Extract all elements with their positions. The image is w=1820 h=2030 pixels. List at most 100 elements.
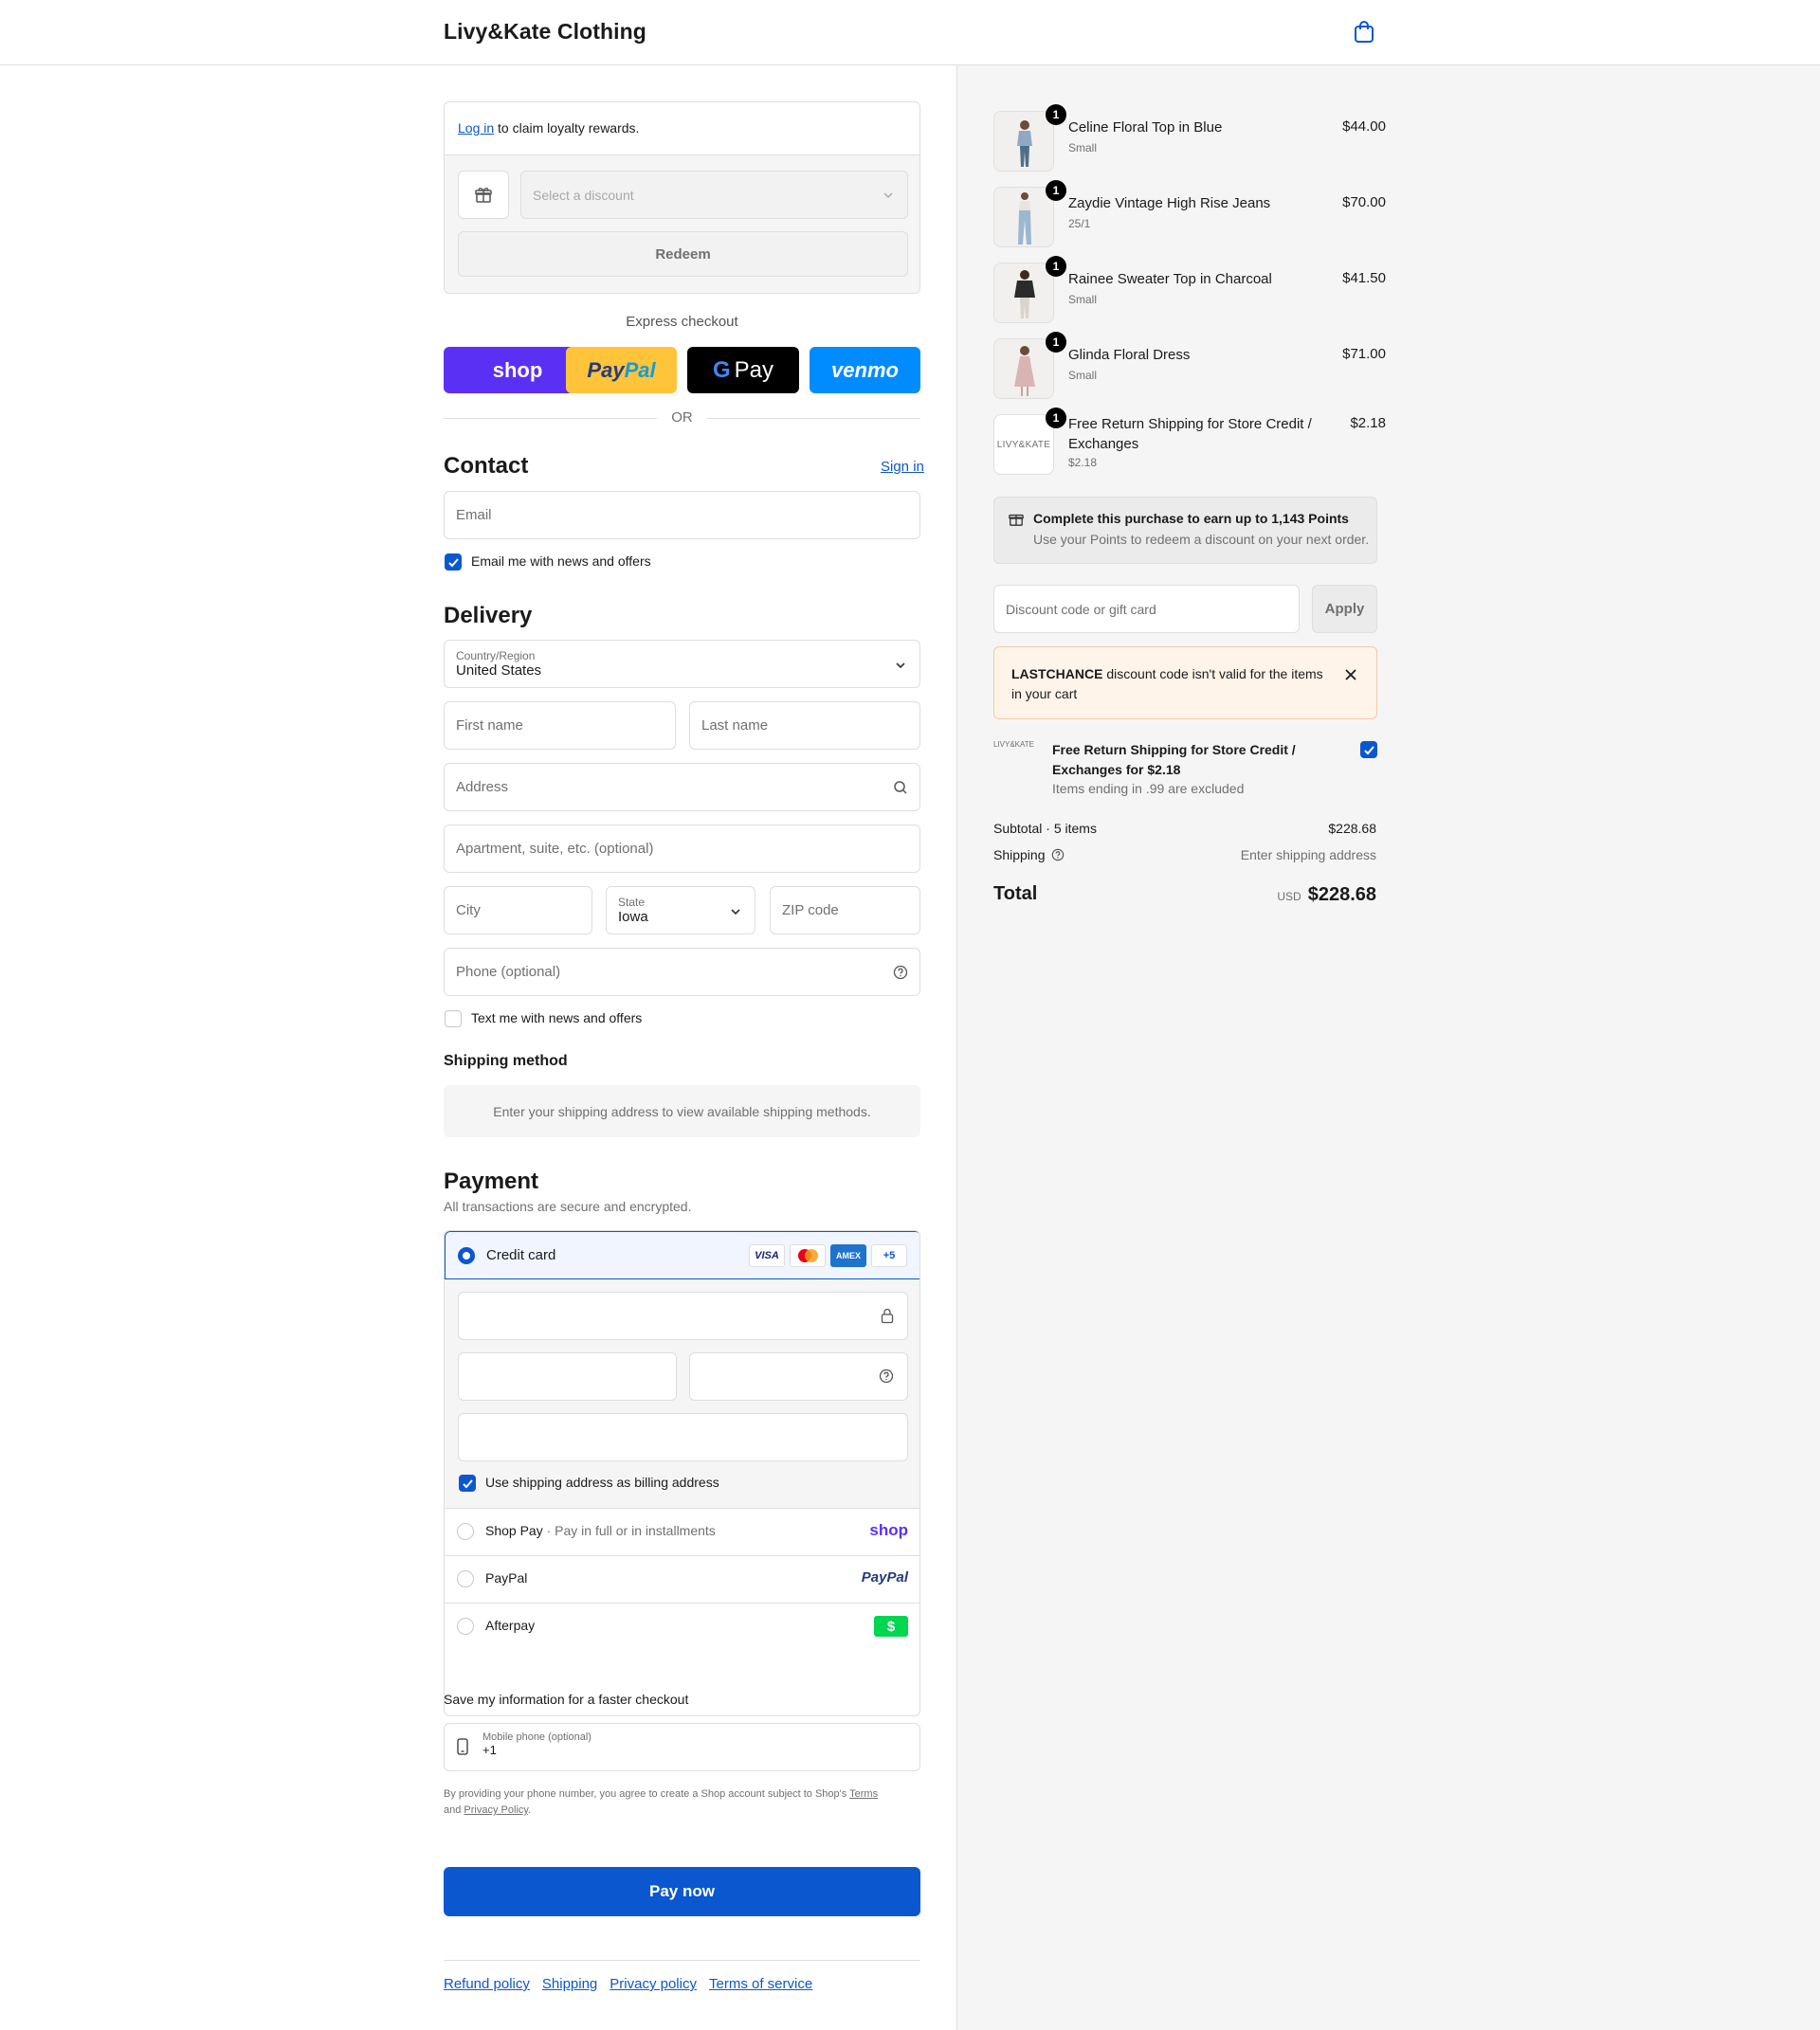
shop-pay-radio[interactable] bbox=[457, 1523, 474, 1540]
address-placeholder: Address bbox=[456, 779, 509, 795]
order-summary-column: 1 Celine Floral Top in Blue Small $44.00… bbox=[956, 65, 1820, 2030]
payment-heading: Payment bbox=[444, 1169, 539, 1194]
amex-text: AMEX bbox=[835, 1251, 861, 1260]
privacy-policy-link[interactable]: Privacy policy bbox=[610, 1976, 697, 1992]
sign-in-link[interactable]: Sign in bbox=[881, 459, 924, 475]
address-field[interactable]: Address bbox=[444, 763, 920, 811]
help-circle-icon[interactable] bbox=[893, 965, 908, 984]
upsell-offer: LIVY&KATE Free Return Shipping for Store… bbox=[993, 740, 1377, 803]
phone-field[interactable]: Phone (optional) bbox=[444, 948, 920, 996]
check-icon bbox=[1363, 745, 1374, 754]
apply-button[interactable]: Apply bbox=[1312, 585, 1377, 633]
card-expiry-field[interactable] bbox=[458, 1352, 677, 1401]
shop-terms-text: By providing your phone number, you agre… bbox=[444, 1786, 920, 1819]
upsell-checkbox[interactable] bbox=[1360, 741, 1377, 758]
visa-icon: VISA bbox=[749, 1244, 785, 1267]
save-info-heading: Save my information for a faster checkou… bbox=[444, 1692, 689, 1707]
points-subtitle: Use your Points to redeem a discount on … bbox=[1033, 532, 1370, 547]
shipping-policy-link[interactable]: Shipping bbox=[542, 1976, 597, 1992]
mobile-phone-field[interactable]: Mobile phone (optional) +1 bbox=[444, 1723, 920, 1771]
city-placeholder: City bbox=[456, 902, 481, 918]
close-icon[interactable] bbox=[1344, 666, 1357, 687]
card-name-field[interactable] bbox=[458, 1413, 908, 1461]
paypal-radio[interactable] bbox=[457, 1570, 474, 1587]
upsell-title: Free Return Shipping for Store Credit / … bbox=[1052, 742, 1296, 777]
apartment-placeholder: Apartment, suite, etc. (optional) bbox=[456, 841, 654, 857]
quantity-badge: 1 bbox=[1046, 180, 1066, 201]
check-icon bbox=[462, 1478, 473, 1488]
help-circle-icon[interactable] bbox=[1051, 848, 1065, 861]
country-select[interactable]: Country/Region United States bbox=[444, 640, 920, 688]
last-name-field[interactable]: Last name bbox=[689, 701, 920, 750]
upsell-note: Items ending in .99 are excluded bbox=[1052, 781, 1245, 796]
apartment-field[interactable]: Apartment, suite, etc. (optional) bbox=[444, 825, 920, 873]
email-news-checkbox[interactable] bbox=[445, 553, 462, 571]
paypal-express-button[interactable]: Pay Pal bbox=[566, 347, 677, 393]
google-pay-label: Pay bbox=[734, 356, 774, 383]
venmo-logo: venmo bbox=[831, 357, 899, 382]
item-price: $44.00 bbox=[1342, 118, 1386, 135]
shop-pay-option[interactable]: Shop Pay · Pay in full or in installment… bbox=[445, 1508, 919, 1555]
total-label: Total bbox=[993, 883, 1038, 904]
card-security-code-field[interactable] bbox=[689, 1352, 908, 1401]
paypal-logo-a: Pay bbox=[587, 357, 625, 382]
or-divider-text: OR bbox=[671, 409, 693, 426]
billing-same-checkbox[interactable] bbox=[459, 1475, 476, 1492]
help-circle-icon[interactable] bbox=[879, 1368, 894, 1389]
city-field[interactable]: City bbox=[444, 886, 592, 934]
redeem-button[interactable]: Redeem bbox=[458, 231, 908, 277]
shipping-label: Shipping bbox=[993, 847, 1046, 862]
chevron-down-icon bbox=[883, 189, 894, 204]
subtotal-label: Subtotal · 5 items bbox=[993, 821, 1097, 836]
first-name-field[interactable]: First name bbox=[444, 701, 676, 750]
text-news-label: Text me with news and offers bbox=[471, 1010, 643, 1025]
text-news-checkbox[interactable] bbox=[445, 1010, 462, 1027]
item-price: $70.00 bbox=[1342, 194, 1386, 210]
item-name: Zaydie Vintage High Rise Jeans bbox=[1068, 195, 1271, 211]
refund-policy-link[interactable]: Refund policy bbox=[444, 1976, 530, 1992]
points-banner: Complete this purchase to earn up to 1,1… bbox=[993, 497, 1377, 564]
terms-of-service-link[interactable]: Terms of service bbox=[709, 1976, 812, 1992]
discount-error-text: LASTCHANCE discount code isn't valid for… bbox=[1011, 664, 1334, 704]
zip-placeholder: ZIP code bbox=[782, 902, 839, 918]
afterpay-radio[interactable] bbox=[457, 1618, 474, 1635]
divider-left bbox=[444, 418, 657, 419]
email-field[interactable]: Email bbox=[444, 491, 920, 539]
shop-terms-link[interactable]: Terms bbox=[849, 1788, 878, 1800]
discount-select[interactable]: Select a discount bbox=[520, 171, 908, 219]
zip-field[interactable]: ZIP code bbox=[770, 886, 920, 934]
more-cards-badge: +5 bbox=[871, 1244, 907, 1267]
gift-icon bbox=[1009, 512, 1024, 533]
subtotal-value: $228.68 bbox=[1328, 821, 1376, 836]
credit-card-option[interactable]: Credit card VISA AMEX +5 bbox=[445, 1231, 919, 1279]
product-image bbox=[993, 338, 1054, 399]
discount-code-field[interactable]: Discount code or gift card bbox=[993, 585, 1300, 633]
credit-card-radio[interactable] bbox=[458, 1247, 475, 1264]
terms-text-a: By providing your phone number, you agre… bbox=[444, 1788, 847, 1800]
afterpay-option[interactable]: Afterpay $ bbox=[445, 1603, 919, 1650]
shipping-row: Shipping bbox=[993, 847, 1065, 862]
quantity-badge: 1 bbox=[1046, 332, 1066, 353]
divider-right bbox=[707, 418, 920, 419]
product-image bbox=[993, 263, 1054, 323]
card-number-field[interactable] bbox=[458, 1292, 908, 1340]
google-pay-express-button[interactable]: G Pay bbox=[687, 347, 799, 393]
store-brand[interactable]: Livy&Kate Clothing bbox=[444, 19, 646, 45]
afterpay-label: Afterpay bbox=[485, 1618, 536, 1633]
cash-app-icon: $ bbox=[874, 1616, 908, 1637]
gift-icon bbox=[458, 171, 509, 219]
login-link[interactable]: Log in bbox=[458, 120, 494, 136]
shop-privacy-link[interactable]: Privacy Policy bbox=[464, 1804, 528, 1816]
paypal-logo: PayPal bbox=[861, 1569, 908, 1586]
phone-placeholder: Phone (optional) bbox=[456, 964, 561, 980]
checkout-form-column: Log in to claim loyalty rewards. Select … bbox=[0, 65, 956, 2030]
item-name: Rainee Sweater Top in Charcoal bbox=[1068, 271, 1272, 287]
paypal-option[interactable]: PayPal PayPal bbox=[445, 1555, 919, 1603]
state-value: Iowa bbox=[618, 909, 648, 925]
venmo-express-button[interactable]: venmo bbox=[810, 347, 920, 393]
pay-now-button[interactable]: Pay now bbox=[444, 1867, 920, 1916]
shopping-bag-icon[interactable] bbox=[1354, 21, 1374, 44]
card-details-panel: Use shipping address as billing address bbox=[445, 1279, 919, 1508]
state-label: State bbox=[618, 896, 646, 909]
state-select[interactable]: State Iowa bbox=[606, 886, 755, 934]
